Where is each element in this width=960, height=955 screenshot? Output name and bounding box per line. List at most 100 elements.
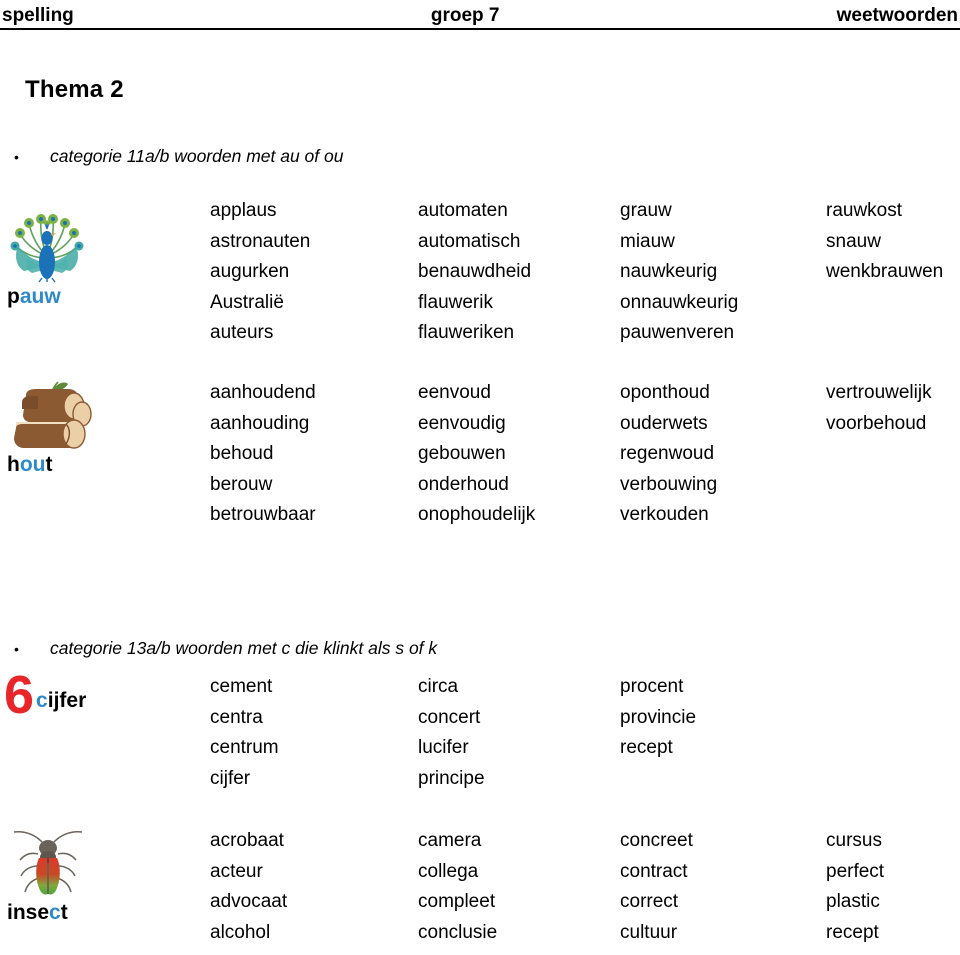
word-item: auteurs bbox=[210, 322, 274, 343]
word-item: gebouwen bbox=[418, 443, 506, 464]
word-item: cijfer bbox=[210, 767, 251, 789]
icon-label-prefix: inse bbox=[7, 901, 50, 924]
word-item: oponthoud bbox=[620, 382, 710, 403]
icon-label-suffix: ijfer bbox=[47, 689, 87, 713]
word-item: snauw bbox=[826, 230, 881, 252]
word-column: concreet contract correct cultuur bbox=[620, 826, 693, 948]
word-item: acteur bbox=[210, 860, 263, 882]
word-item: applaus bbox=[210, 200, 277, 221]
word-column: rauwkost snauw wenkbrauwen bbox=[826, 196, 943, 288]
word-item: perfect bbox=[826, 860, 885, 882]
word-item: collega bbox=[418, 860, 479, 882]
word-item: onophoudelijk bbox=[418, 504, 536, 525]
word-item: compleet bbox=[418, 891, 496, 912]
word-item: verbouwing bbox=[620, 473, 718, 495]
word-item: Australië bbox=[210, 291, 284, 313]
word-block-icon-label: 6 cijfer bbox=[4, 665, 154, 725]
word-item: cursus bbox=[826, 830, 882, 851]
header-center-label: groep 7 bbox=[430, 5, 500, 26]
icon-label-highlight: c bbox=[36, 689, 48, 713]
word-item: astronauten bbox=[210, 230, 311, 252]
word-block-icon-cell: 6 cijfer bbox=[4, 665, 154, 725]
word-item: procent bbox=[620, 676, 684, 697]
word-item: acrobaat bbox=[210, 830, 284, 851]
word-item: behoud bbox=[210, 443, 274, 464]
word-item: alcohol bbox=[210, 921, 271, 943]
word-item: aanhoudend bbox=[210, 382, 316, 403]
word-item: benauwdheid bbox=[418, 261, 532, 282]
word-item: eenvoudig bbox=[418, 412, 506, 434]
word-item: recept bbox=[620, 737, 673, 758]
peacock-icon bbox=[10, 214, 84, 283]
word-block-icon-cell: hout bbox=[4, 378, 154, 477]
word-item: flauwerik bbox=[418, 291, 493, 313]
word-item: concreet bbox=[620, 830, 693, 851]
word-column: procent provincie recept bbox=[620, 672, 696, 764]
word-item: provincie bbox=[620, 706, 697, 728]
word-item: principe bbox=[418, 767, 485, 789]
icon-label-prefix: p bbox=[7, 285, 20, 308]
word-column: automaten automatisch benauwdheid flauwe… bbox=[418, 196, 531, 349]
word-item: augurken bbox=[210, 261, 290, 282]
word-item: conclusie bbox=[418, 921, 498, 943]
word-column: camera collega compleet conclusie bbox=[418, 826, 497, 948]
word-item: cement bbox=[210, 676, 273, 697]
word-item: concert bbox=[418, 706, 481, 728]
word-item: circa bbox=[418, 676, 459, 697]
category-label: categorie 13a/b woorden met c die klinkt… bbox=[50, 638, 438, 658]
word-item: onderhoud bbox=[418, 473, 509, 495]
word-item: contract bbox=[620, 860, 688, 882]
word-item: nauwkeurig bbox=[620, 261, 718, 282]
word-block-icon-cell: insect bbox=[4, 826, 154, 925]
word-item: centrum bbox=[210, 737, 279, 758]
header-right-label: weetwoorden bbox=[836, 5, 958, 26]
bullet-icon: • bbox=[14, 641, 19, 657]
word-item: regenwoud bbox=[620, 443, 715, 464]
word-item: correct bbox=[620, 891, 679, 912]
category-label: categorie 11a/b woorden met au of ou bbox=[50, 146, 344, 166]
log-wood-icon bbox=[14, 381, 92, 449]
word-column: aanhoudend aanhouding behoud berouw betr… bbox=[210, 378, 316, 531]
icon-label-suffix: t bbox=[45, 453, 53, 476]
word-block-icon-label: hout bbox=[7, 453, 154, 477]
word-column: oponthoud ouderwets regenwoud verbouwing… bbox=[620, 378, 717, 531]
word-item: automaten bbox=[418, 200, 508, 221]
word-column: grauw miauw nauwkeurig onnauwkeurig pauw… bbox=[620, 196, 738, 349]
icon-label-highlight: auw bbox=[19, 285, 61, 308]
icon-label-highlight: c bbox=[49, 901, 61, 924]
word-item: verkouden bbox=[620, 504, 709, 525]
word-column: acrobaat acteur advocaat alcohol bbox=[210, 826, 287, 948]
icon-label-text: cijfer bbox=[36, 689, 86, 717]
category-heading-1: • categorie 11a/b woorden met au of ou bbox=[14, 146, 343, 167]
word-item: grauw bbox=[620, 200, 672, 221]
word-item: lucifer bbox=[418, 737, 469, 758]
category-heading-2: • categorie 13a/b woorden met c die klin… bbox=[14, 638, 437, 659]
word-column: applaus astronauten augurken Australië a… bbox=[210, 196, 310, 349]
word-item: recept bbox=[826, 921, 879, 943]
word-column: eenvoud eenvoudig gebouwen onderhoud ono… bbox=[418, 378, 535, 531]
header-left-label: spelling bbox=[2, 5, 74, 26]
word-item: plastic bbox=[826, 891, 880, 912]
word-item: voorbehoud bbox=[826, 412, 927, 434]
word-item: cultuur bbox=[620, 921, 678, 943]
word-column: cursus perfect plastic recept bbox=[826, 826, 884, 948]
word-item: aanhouding bbox=[210, 412, 310, 434]
word-column: cement centra centrum cijfer bbox=[210, 672, 279, 794]
icon-label-highlight: ou bbox=[19, 453, 46, 476]
number-six-icon: 6 bbox=[4, 665, 35, 725]
word-block-icon-label: insect bbox=[7, 901, 154, 925]
page-header: spelling groep 7 weetwoorden bbox=[0, 0, 960, 30]
bullet-icon: • bbox=[14, 149, 19, 165]
word-item: ouderwets bbox=[620, 412, 708, 434]
word-item: wenkbrauwen bbox=[826, 261, 944, 282]
word-column: circa concert lucifer principe bbox=[418, 672, 485, 794]
word-item: miauw bbox=[620, 230, 675, 252]
icon-label-suffix: t bbox=[60, 901, 68, 924]
word-item: centra bbox=[210, 706, 263, 728]
icon-label-prefix: h bbox=[7, 453, 20, 476]
word-item: vertrouwelijk bbox=[826, 382, 932, 403]
word-item: automatisch bbox=[418, 230, 521, 252]
word-item: eenvoud bbox=[418, 382, 491, 403]
word-item: advocaat bbox=[210, 891, 288, 912]
word-block-icon-label: pauw bbox=[7, 285, 154, 309]
